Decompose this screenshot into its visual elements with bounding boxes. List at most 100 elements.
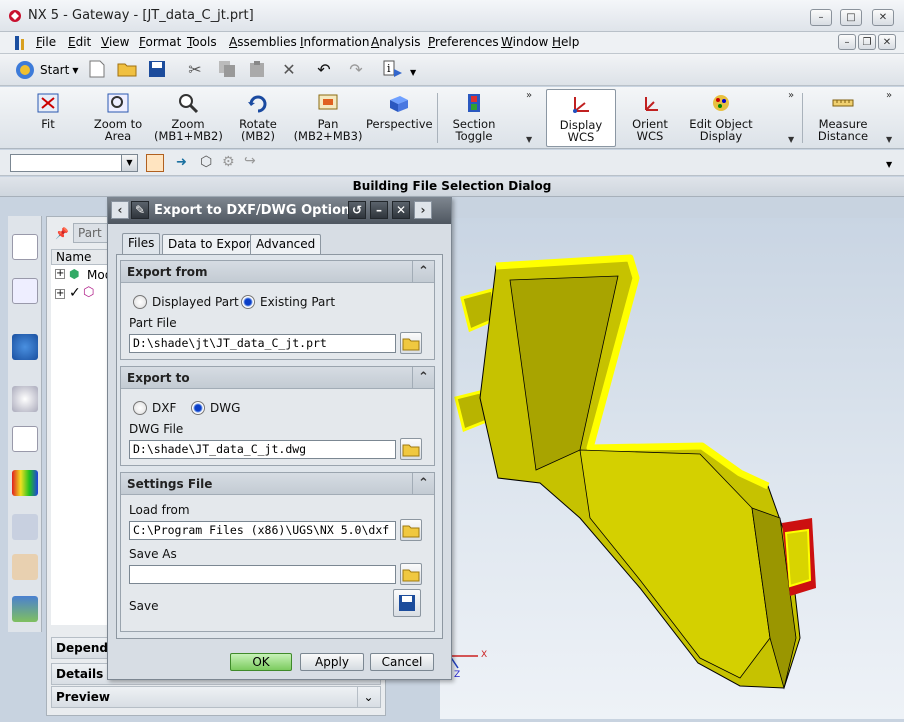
- feature-filter-icon[interactable]: ⚙: [222, 154, 235, 170]
- load-from-browse-button[interactable]: [400, 519, 422, 541]
- zoom-button[interactable]: Zoom (MB1+MB2): [154, 89, 223, 147]
- existing-part-radio[interactable]: [241, 295, 255, 309]
- maximize-icon[interactable]: □: [840, 9, 862, 26]
- menu-view[interactable]: View: [101, 32, 129, 52]
- menu-file[interactable]: File: [36, 32, 56, 52]
- menu-edit[interactable]: Edit: [68, 32, 91, 52]
- history-icon[interactable]: [12, 386, 38, 412]
- dialog-close-icon[interactable]: ✕: [392, 201, 410, 219]
- part-file-browse-button[interactable]: [400, 332, 422, 354]
- type-filter-select[interactable]: ▼: [10, 154, 138, 172]
- save-as-browse-button[interactable]: [400, 563, 422, 585]
- doc-minimize-icon[interactable]: –: [838, 34, 856, 50]
- dialog-title-bar: ‹ ✎ Export to DXF/DWG Options ↺ – ✕ ›: [108, 198, 451, 224]
- undo-icon[interactable]: ↶: [313, 58, 335, 80]
- snap-icon[interactable]: ➜: [176, 155, 187, 170]
- check-icon[interactable]: ✓: [69, 285, 81, 301]
- doc-restore-icon[interactable]: ❐: [858, 34, 876, 50]
- new-icon[interactable]: [86, 58, 108, 80]
- dialog-wrench-icon[interactable]: ✎: [131, 201, 149, 219]
- dialog-reset-icon[interactable]: ↺: [348, 201, 366, 219]
- part-file-input[interactable]: D:\shade\jt\JT_data_C_jt.prt: [129, 334, 396, 353]
- preview-panel[interactable]: Preview: [51, 686, 381, 708]
- menu-help[interactable]: Help: [552, 32, 579, 52]
- resource-bar: [8, 216, 42, 632]
- dwg-file-browse-button[interactable]: [400, 438, 422, 460]
- delete-icon[interactable]: ✕: [278, 58, 300, 80]
- name-column-header[interactable]: Name: [51, 249, 111, 265]
- rotate-button[interactable]: Rotate (MB2): [232, 89, 284, 147]
- dwg-radio[interactable]: [191, 401, 205, 415]
- open-icon[interactable]: [116, 58, 138, 80]
- dialog-forward-icon[interactable]: ›: [414, 201, 432, 219]
- export-from-header[interactable]: Export from ⌃: [121, 261, 434, 283]
- menu-information[interactable]: Information: [300, 32, 369, 52]
- dxf-radio[interactable]: [133, 401, 147, 415]
- dwg-file-input[interactable]: D:\shade\JT_data_C_jt.dwg: [129, 440, 396, 459]
- section-toggle-label: Section Toggle: [452, 117, 496, 143]
- chevron-up-icon[interactable]: ⌃: [412, 473, 434, 494]
- chevron-up-icon[interactable]: ⌃: [412, 261, 434, 282]
- tab-files[interactable]: Files: [122, 233, 161, 255]
- dwg-file-label: DWG File: [129, 422, 184, 436]
- preview-chevron-icon[interactable]: ⌄: [357, 687, 379, 707]
- zoom-area-button[interactable]: Zoom to Area: [88, 89, 148, 147]
- menu-window[interactable]: Window: [501, 32, 548, 52]
- orient-wcs-button[interactable]: Orient WCS: [618, 89, 682, 147]
- menu-preferences[interactable]: Preferences: [428, 32, 499, 52]
- dialog-collapse-icon[interactable]: –: [370, 201, 388, 219]
- menu-tools[interactable]: Tools: [187, 32, 217, 52]
- pin-icon[interactable]: 📌: [55, 227, 69, 240]
- displayed-part-radio[interactable]: [133, 295, 147, 309]
- chevron-up-icon[interactable]: ⌃: [412, 367, 434, 388]
- cancel-button[interactable]: Cancel: [370, 653, 434, 671]
- pan-button[interactable]: Pan (MB2+MB3): [292, 89, 364, 147]
- fit-button[interactable]: Fit: [24, 89, 72, 147]
- information-icon[interactable]: i: [382, 58, 404, 80]
- system-materials-icon[interactable]: [12, 514, 38, 540]
- close-icon[interactable]: ✕: [872, 9, 894, 26]
- measure-distance-button[interactable]: Measure Distance: [812, 89, 874, 147]
- assembly-navigator-icon[interactable]: [12, 234, 38, 260]
- menu-assemblies[interactable]: Assemblies: [229, 32, 297, 52]
- load-from-input[interactable]: C:\Program Files (x86)\UGS\NX 5.0\dxf: [129, 521, 396, 540]
- redo-icon[interactable]: ↷: [345, 58, 367, 80]
- tab-advanced[interactable]: Advanced: [250, 234, 322, 254]
- web-browser-icon[interactable]: [12, 334, 38, 360]
- expand-icon[interactable]: +: [55, 289, 65, 299]
- reuse-library-icon[interactable]: [12, 426, 38, 452]
- dialog-back-icon[interactable]: ‹: [111, 201, 129, 219]
- settings-file-header[interactable]: Settings File ⌃: [121, 473, 434, 495]
- ok-button[interactable]: OK: [230, 653, 292, 671]
- system-scene-icon[interactable]: [12, 596, 38, 622]
- paste-icon[interactable]: [246, 58, 268, 80]
- copy-icon[interactable]: [216, 58, 238, 80]
- part-navigator-icon[interactable]: [12, 278, 38, 304]
- section-toggle-button[interactable]: Section Toggle: [444, 89, 504, 147]
- edit-object-display-button[interactable]: Edit Object Display: [688, 89, 754, 147]
- edit-display-icon: [713, 95, 729, 111]
- export-to-header[interactable]: Export to ⌃: [121, 367, 434, 389]
- start-button[interactable]: Start ▼: [14, 58, 80, 82]
- palette-icon[interactable]: [12, 470, 38, 496]
- minimize-icon[interactable]: –: [810, 9, 832, 26]
- expand-icon[interactable]: +: [55, 269, 65, 279]
- apply-button[interactable]: Apply: [300, 653, 364, 671]
- cut-icon[interactable]: ✂: [184, 58, 206, 80]
- tab-data-to-export[interactable]: Data to Export: [162, 234, 262, 254]
- save-settings-button[interactable]: [393, 589, 421, 617]
- graphics-window[interactable]: X Z: [440, 218, 904, 719]
- doc-close-icon[interactable]: ✕: [878, 34, 896, 50]
- perspective-button[interactable]: Perspective: [366, 89, 433, 147]
- save-icon[interactable]: [146, 58, 168, 80]
- selection-arrow-icon[interactable]: ↪: [244, 153, 256, 169]
- roles-icon[interactable]: [12, 554, 38, 580]
- selection-scope-icon[interactable]: [146, 154, 164, 172]
- part-file-label: Part File: [129, 316, 177, 330]
- menu-format[interactable]: Format: [139, 32, 181, 52]
- menu-analysis[interactable]: Analysis: [371, 32, 420, 52]
- save-as-input[interactable]: [129, 565, 396, 584]
- body-filter-icon[interactable]: ⬡: [200, 154, 212, 170]
- dxf-label: DXF: [152, 401, 177, 415]
- display-wcs-button[interactable]: Display WCS: [546, 89, 616, 147]
